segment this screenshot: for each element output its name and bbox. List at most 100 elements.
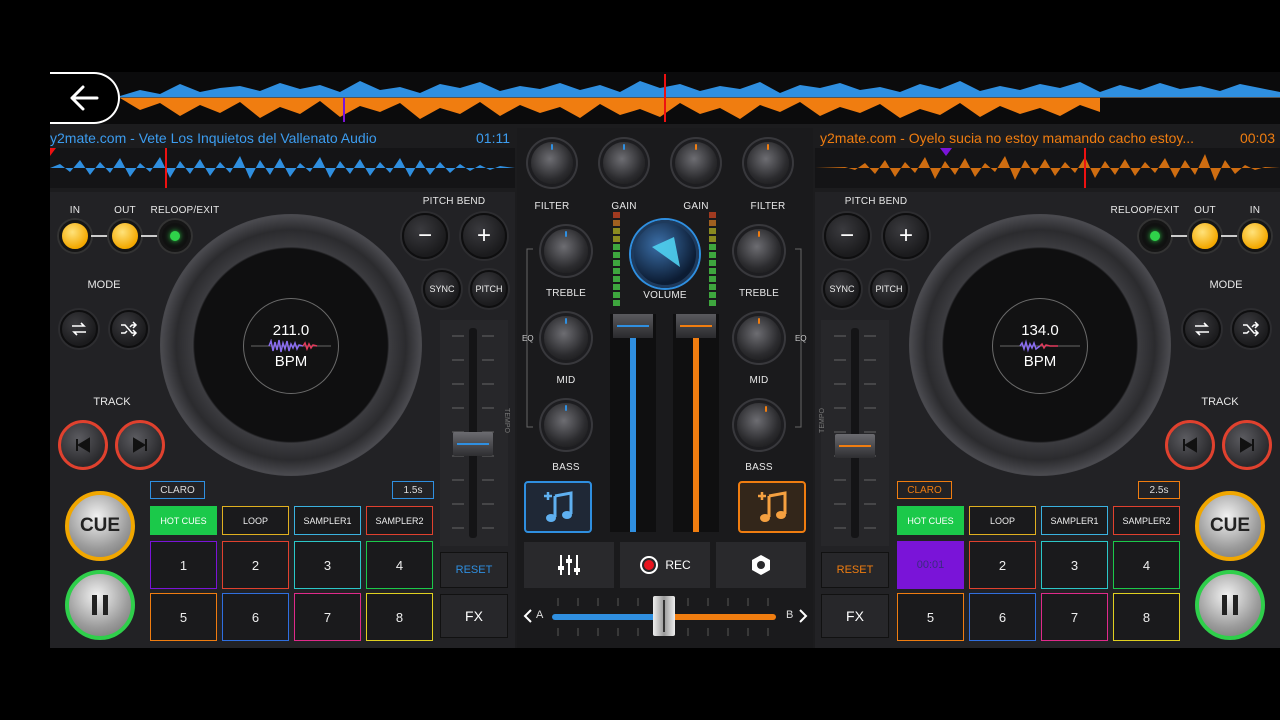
right-pad-3[interactable]: 3 bbox=[1041, 541, 1108, 589]
right-pad-6[interactable]: 6 bbox=[969, 593, 1036, 641]
right-reset-button[interactable]: RESET bbox=[821, 552, 889, 588]
right-tab-hot-cues[interactable]: HOT CUES bbox=[897, 506, 964, 535]
right-tab-sampler1[interactable]: SAMPLER1 bbox=[1041, 506, 1108, 535]
back-button[interactable] bbox=[50, 72, 120, 124]
right-tempo-handle-line bbox=[839, 445, 871, 447]
right-cue-button[interactable]: CUE bbox=[1195, 491, 1265, 561]
right-pitch-button[interactable]: PITCH bbox=[870, 270, 908, 308]
right-fx-button[interactable]: FX bbox=[821, 594, 889, 638]
left-fader-level bbox=[630, 338, 636, 532]
add-music-icon bbox=[758, 491, 787, 522]
right-reloop-button[interactable] bbox=[1139, 220, 1171, 252]
left-pad-3[interactable]: 3 bbox=[294, 541, 361, 589]
left-deck-waveform[interactable] bbox=[50, 148, 515, 188]
left-pad-7[interactable]: 7 bbox=[294, 593, 361, 641]
right-next-track-button[interactable] bbox=[1222, 420, 1272, 470]
left-pad-6[interactable]: 6 bbox=[222, 593, 289, 641]
left-claro-button[interactable]: CLARO bbox=[150, 481, 205, 499]
right-mid-knob[interactable] bbox=[737, 316, 781, 360]
left-reset-button[interactable]: RESET bbox=[440, 552, 508, 588]
equalizer-button[interactable] bbox=[524, 542, 614, 588]
right-mid-knob-indicator bbox=[758, 318, 760, 324]
right-pad-7[interactable]: 7 bbox=[1041, 593, 1108, 641]
right-claro-button[interactable]: CLARO bbox=[897, 481, 952, 499]
right-deck-waveform[interactable] bbox=[815, 148, 1280, 188]
right-pad-8[interactable]: 8 bbox=[1113, 593, 1180, 641]
left-sync-button[interactable]: SYNC bbox=[423, 270, 461, 308]
left-pad-8[interactable]: 8 bbox=[366, 593, 433, 641]
left-pitch-button[interactable]: PITCH bbox=[470, 270, 508, 308]
left-pad-5[interactable]: 5 bbox=[150, 593, 217, 641]
overview-waveform[interactable] bbox=[50, 72, 1280, 124]
left-pitch-minus-button[interactable]: − bbox=[402, 213, 448, 259]
right-pad-5[interactable]: 5 bbox=[897, 593, 964, 641]
right-in-label: IN bbox=[1249, 205, 1261, 216]
right-prev-track-button[interactable] bbox=[1165, 420, 1215, 470]
left-mid-knob[interactable] bbox=[544, 316, 588, 360]
right-filter-knob[interactable] bbox=[747, 142, 789, 184]
right-pad-2[interactable]: 2 bbox=[969, 541, 1036, 589]
right-in-button[interactable] bbox=[1239, 220, 1271, 252]
left-gain-knob[interactable] bbox=[603, 142, 645, 184]
right-pad-4[interactable]: 4 bbox=[1113, 541, 1180, 589]
left-fx-button[interactable]: FX bbox=[440, 594, 508, 638]
left-repeat-button[interactable] bbox=[60, 310, 98, 348]
left-pad-4[interactable]: 4 bbox=[366, 541, 433, 589]
left-reloop-button[interactable] bbox=[159, 220, 191, 252]
right-play-pause-button[interactable] bbox=[1195, 570, 1265, 640]
right-treble-knob[interactable] bbox=[737, 229, 781, 273]
left-play-pause-button[interactable] bbox=[65, 570, 135, 640]
right-bass-knob[interactable] bbox=[737, 403, 781, 447]
master-volume-knob[interactable] bbox=[631, 220, 699, 288]
right-mid-label: MID bbox=[749, 375, 769, 386]
left-treble-knob[interactable] bbox=[544, 229, 588, 273]
left-pad-1[interactable]: 1 bbox=[150, 541, 217, 589]
left-pitch-plus-button[interactable]: + bbox=[461, 213, 507, 259]
right-add-music-button[interactable] bbox=[738, 481, 806, 533]
left-tab-hot-cues[interactable]: HOT CUES bbox=[150, 506, 217, 535]
right-out-button[interactable] bbox=[1189, 220, 1221, 252]
left-tempo-handle[interactable] bbox=[453, 432, 493, 456]
left-channel-fader-handle[interactable] bbox=[613, 314, 653, 338]
right-pad-1[interactable]: 00:01 bbox=[897, 541, 964, 589]
left-filter-knob[interactable] bbox=[531, 142, 573, 184]
left-shuffle-button[interactable] bbox=[110, 310, 148, 348]
left-prev-track-button[interactable] bbox=[58, 420, 108, 470]
right-gain-knob[interactable] bbox=[675, 142, 717, 184]
right-time-chip[interactable]: 2.5s bbox=[1138, 481, 1180, 499]
right-bass-label: BASS bbox=[745, 462, 773, 473]
settings-icon bbox=[752, 555, 770, 575]
right-pitch-minus-button[interactable]: − bbox=[824, 213, 870, 259]
settings-button[interactable] bbox=[716, 542, 806, 588]
left-tempo-handle-line bbox=[457, 443, 489, 445]
left-tab-sampler2[interactable]: SAMPLER2 bbox=[366, 506, 433, 535]
left-channel-fader-track[interactable] bbox=[610, 314, 656, 532]
left-cue-button[interactable]: CUE bbox=[65, 491, 135, 561]
right-tempo-handle[interactable] bbox=[835, 434, 875, 458]
crossfader-right-chevron[interactable] bbox=[798, 608, 808, 624]
right-repeat-button[interactable] bbox=[1183, 310, 1221, 348]
left-pad-2[interactable]: 2 bbox=[222, 541, 289, 589]
right-channel-fader-track[interactable] bbox=[673, 314, 719, 532]
left-treble-knob-indicator bbox=[565, 231, 567, 237]
crossfader-handle[interactable] bbox=[653, 596, 675, 636]
right-tab-sampler2[interactable]: SAMPLER2 bbox=[1113, 506, 1180, 535]
left-bass-knob[interactable] bbox=[544, 403, 588, 447]
record-button[interactable]: REC bbox=[620, 542, 710, 588]
right-tab-loop[interactable]: LOOP bbox=[969, 506, 1036, 535]
right-sync-button[interactable]: SYNC bbox=[823, 270, 861, 308]
left-in-out-connector bbox=[91, 235, 109, 237]
left-in-button[interactable] bbox=[59, 220, 91, 252]
crossfader-left-chevron[interactable] bbox=[523, 608, 533, 624]
right-channel-fader-handle[interactable] bbox=[676, 314, 716, 338]
right-shuffle-button[interactable] bbox=[1232, 310, 1270, 348]
left-next-track-button[interactable] bbox=[115, 420, 165, 470]
left-bpm-label: BPM bbox=[274, 353, 308, 370]
left-tab-loop[interactable]: LOOP bbox=[222, 506, 289, 535]
left-time-chip[interactable]: 1.5s bbox=[392, 481, 434, 499]
left-tab-sampler1[interactable]: SAMPLER1 bbox=[294, 506, 361, 535]
left-add-music-button[interactable] bbox=[524, 481, 592, 533]
right-pitch-plus-button[interactable]: + bbox=[883, 213, 929, 259]
right-treble-label: TREBLE bbox=[738, 288, 780, 299]
left-out-button[interactable] bbox=[109, 220, 141, 252]
